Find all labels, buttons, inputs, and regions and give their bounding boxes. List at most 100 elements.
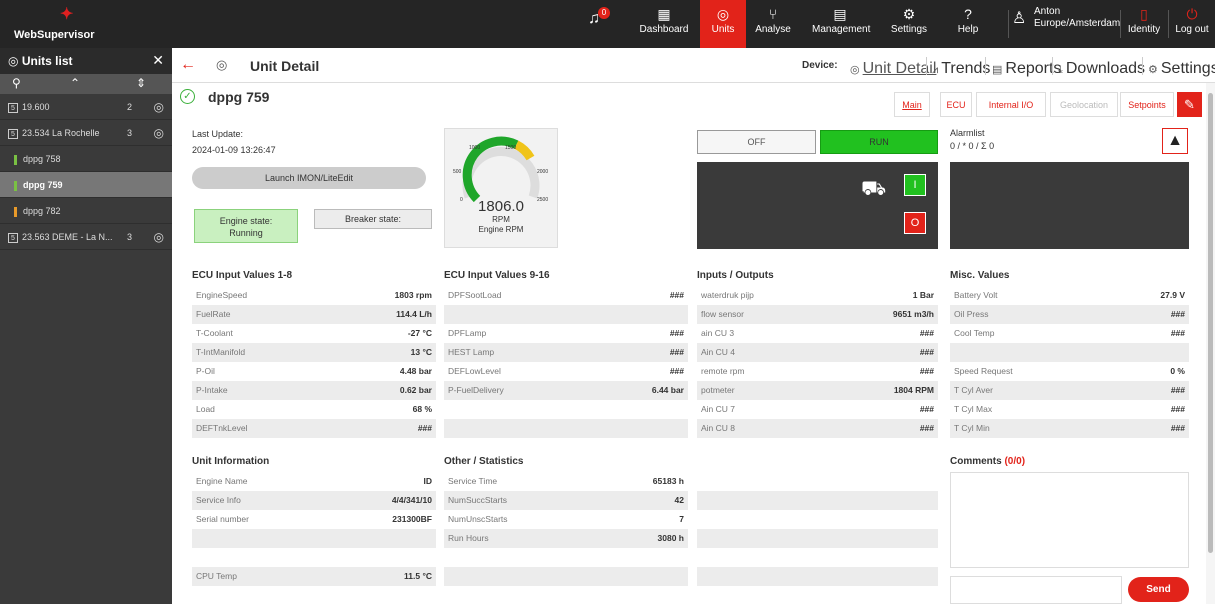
table-row — [697, 472, 938, 491]
identity-button[interactable]: ▯ Identity — [1124, 0, 1164, 48]
unit-info-table: Engine Name ID Service Info 4/4/341/10 Seria… — [192, 472, 436, 586]
scroll-thumb[interactable] — [1208, 93, 1213, 553]
logo-icon: ✦ — [60, 6, 74, 23]
link-trends[interactable]: ⩘ Trends — [932, 60, 990, 78]
table-row: Service Info 4/4/341/10 — [192, 491, 436, 510]
device-label: Device: — [802, 60, 838, 71]
vertical-scrollbar[interactable] — [1206, 83, 1215, 604]
row-value: 1804 RPM — [893, 385, 934, 395]
row-value: 114.4 L/h — [396, 309, 432, 319]
off-button[interactable]: OFF — [697, 130, 816, 154]
gauge-icon[interactable]: ◎ — [154, 120, 164, 146]
row-label: CPU Temp — [196, 571, 237, 581]
sidebar-item-label: dppg 782 — [23, 206, 61, 216]
row-label: Battery Volt — [954, 290, 998, 300]
start-button[interactable]: I — [904, 174, 926, 196]
sidebar-unit[interactable]: dppg 758 — [0, 146, 172, 172]
table-row: Oil Press ### — [950, 305, 1189, 324]
table-row — [697, 510, 938, 529]
table-row: waterdruk pijp 1 Bar — [697, 286, 938, 305]
row-label: flow sensor — [701, 309, 744, 319]
row-label: T Cyl Min — [954, 423, 990, 433]
row-label: Service Info — [196, 495, 241, 505]
sidebar-item-label: dppg 758 — [23, 154, 61, 164]
stop-button[interactable]: O — [904, 212, 926, 234]
gauge-icon[interactable]: ◎ — [154, 224, 164, 250]
collapse-icon[interactable]: ⌃ — [70, 76, 80, 90]
nav-dashboard[interactable]: ▦ Dashboard — [638, 0, 690, 48]
row-value: ### — [1170, 423, 1185, 433]
nav-management[interactable]: ▤ Management — [812, 0, 870, 48]
search-icon[interactable]: ⚲ — [12, 76, 21, 90]
table-row: CPU Temp 11.5 °C — [192, 567, 436, 586]
table-row: EngineSpeed 1803 rpm — [192, 286, 436, 305]
tab-internalio[interactable]: Internal I/O — [976, 92, 1046, 117]
table-row — [444, 400, 688, 419]
back-arrow-icon[interactable]: ← — [180, 56, 196, 74]
logo[interactable]: ✦ WebSupervisor — [0, 0, 172, 48]
link-downloads[interactable]: ⤓ Downloads — [1058, 60, 1145, 78]
ecu-9-16-table: DPFSootLoad ### DPFLamp ### HEST Lamp ### DEFL… — [444, 286, 688, 438]
link-label: Reports — [1005, 60, 1062, 77]
table-row — [444, 548, 688, 567]
row-label: Engine Name — [196, 476, 248, 486]
sidebar-group[interactable]: 5 19.600 2 ◎ — [0, 94, 172, 120]
tab-main[interactable]: Main — [894, 92, 930, 117]
last-update-label: Last Update: — [192, 129, 244, 139]
table-row — [697, 491, 938, 510]
sidebar-group[interactable]: 5 23.563 DEME - La N... 3 ◎ — [0, 224, 172, 250]
table-row: P-Intake 0.62 bar — [192, 381, 436, 400]
alarm-mute-icon[interactable]: ▲ — [1162, 128, 1188, 154]
trends-icon: ⩘ — [932, 64, 939, 76]
table-row: Engine Name ID — [192, 472, 436, 491]
send-button[interactable]: Send — [1128, 577, 1189, 602]
user-timezone: Europe/Amsterdam — [1034, 18, 1121, 29]
gauge-icon: ◎ — [716, 6, 730, 22]
unit-name: dppg 759 — [208, 89, 270, 105]
tab-setpoints[interactable]: Setpoints — [1120, 92, 1174, 117]
link-settings[interactable]: ⚙ Settings — [1148, 60, 1215, 78]
row-label: Speed Request — [954, 366, 1013, 376]
row-label: P-FuelDelivery — [448, 385, 504, 395]
unit-count: 3 — [126, 232, 132, 242]
gauge-icon[interactable]: ◎ — [154, 94, 164, 120]
row-value: 7 — [679, 514, 684, 524]
launch-imon-button[interactable]: Launch IMON/LiteEdit — [192, 167, 426, 189]
logout-button[interactable]: ⏻ Log out — [1171, 0, 1213, 48]
gauge-icon: ◎ — [216, 57, 228, 72]
units-list-header: ◎ Units list ✕ — [0, 48, 172, 74]
sidebar-group[interactable]: 5 23.534 La Rochelle 3 ◎ — [0, 120, 172, 146]
row-value: ### — [669, 366, 684, 376]
table-row — [697, 548, 938, 567]
link-unit-detail[interactable]: ◎ Unit Detail — [850, 60, 936, 78]
comment-input[interactable] — [950, 576, 1122, 604]
engine-state-label: Engine state: — [219, 216, 273, 226]
user-info[interactable]: Anton Europe/Amsterdam — [1034, 6, 1120, 30]
close-icon[interactable]: ✕ — [152, 52, 164, 69]
tab-ecu[interactable]: ECU — [940, 92, 972, 117]
edit-icon[interactable]: ✎ — [1177, 92, 1202, 117]
sort-icon[interactable]: ⇕ — [136, 76, 146, 90]
row-label: Serial number — [196, 514, 249, 524]
nav-help[interactable]: ? Help — [950, 0, 986, 48]
sidebar-unit[interactable]: dppg 782 — [0, 198, 172, 224]
table-row: T Cyl Aver ### — [950, 381, 1189, 400]
brand-name: WebSupervisor — [14, 29, 95, 41]
row-label: remote rpm — [701, 366, 745, 376]
run-button[interactable]: RUN — [820, 130, 938, 154]
tick-label: 0 — [460, 197, 463, 203]
other-stats-title: Other / Statistics — [444, 456, 524, 467]
row-label: Ain CU 4 — [701, 347, 736, 357]
nav-analyse[interactable]: ⑂ Analyse — [750, 0, 796, 48]
bell-icon[interactable]: ♫ 0 — [588, 7, 610, 28]
row-value: 1 Bar — [912, 290, 934, 300]
nav-settings[interactable]: ⚙ Settings — [886, 0, 932, 48]
table-row: potmeter 1804 RPM — [697, 381, 938, 400]
table-row: Serial number 231300BF — [192, 510, 436, 529]
nav-units[interactable]: ◎ Units — [700, 0, 746, 48]
sidebar-unit[interactable]: dppg 759 — [0, 172, 172, 198]
comments-area[interactable] — [950, 472, 1189, 568]
download-icon: ⤓ — [1058, 64, 1063, 76]
status-indicator — [14, 180, 17, 191]
tab-geolocation[interactable]: Geolocation — [1050, 92, 1118, 117]
